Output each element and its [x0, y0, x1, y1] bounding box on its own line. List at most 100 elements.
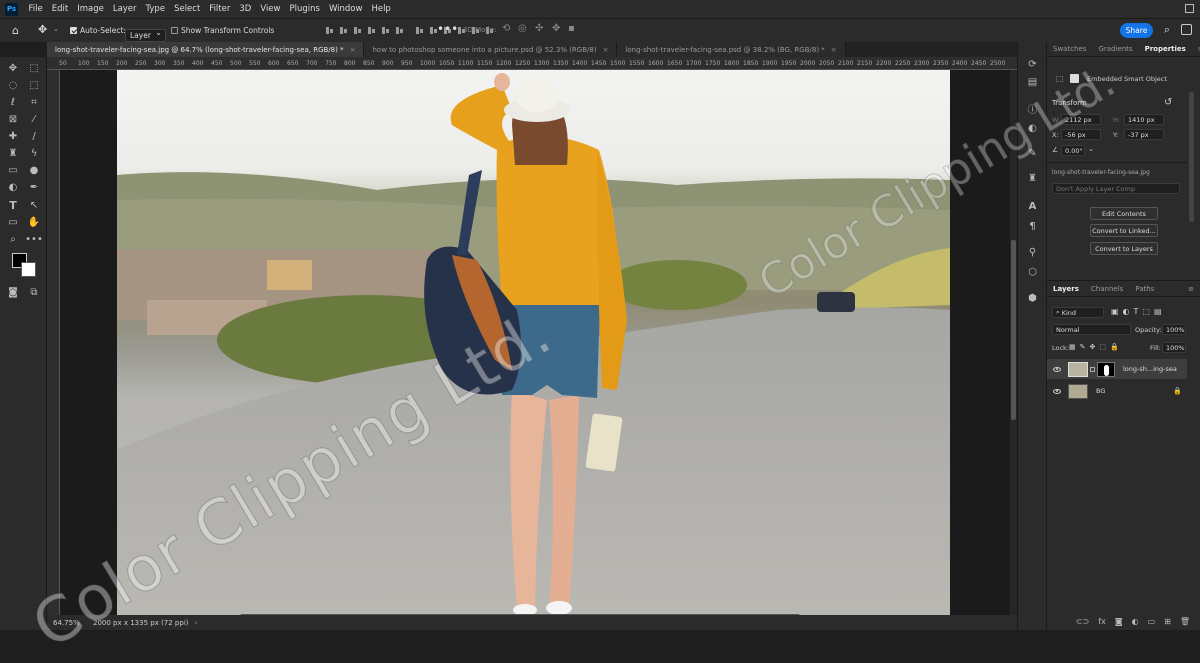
lock-icons[interactable]: ▦✎✥⬚🔒 — [1069, 343, 1123, 351]
layer-comp-dropdown[interactable]: Don't Apply Layer Comp — [1052, 183, 1180, 194]
home-icon[interactable]: ⌂ — [12, 24, 19, 37]
menu-window[interactable]: Window — [324, 4, 367, 14]
menu-layer[interactable]: Layer — [108, 4, 141, 14]
workspace-icon[interactable] — [1181, 24, 1192, 35]
eyedropper-tool-icon[interactable]: ⁄ — [27, 112, 41, 126]
menu-filter[interactable]: Filter — [205, 4, 235, 14]
glyphs-icon[interactable]: ⚲ — [1026, 246, 1039, 259]
quick-mask-icon[interactable]: ◙ — [6, 285, 20, 299]
history-icon[interactable]: ⟳ — [1026, 58, 1039, 71]
lasso-tool-icon[interactable]: ◌ — [6, 78, 20, 92]
angle-field[interactable]: 0.00° — [1061, 145, 1085, 156]
lasso-icon[interactable]: ℓ — [6, 95, 20, 109]
menu-select[interactable]: Select — [170, 4, 205, 14]
tool-preset-chevron-icon[interactable]: ⌄ — [53, 25, 59, 33]
height-field[interactable]: 1410 px — [1124, 114, 1164, 125]
3d-scale-icon[interactable]: ▪ — [568, 23, 575, 34]
align-bottom-icon[interactable] — [353, 26, 362, 35]
panel-menu-icon[interactable]: ≡ — [1182, 285, 1200, 296]
tab-swatches[interactable]: Swatches — [1047, 45, 1092, 56]
path-select-icon[interactable]: ↖ — [27, 198, 41, 212]
align-top-icon[interactable] — [325, 26, 334, 35]
adjustment-layer-icon[interactable]: ◐ — [1132, 617, 1139, 626]
auto-select-checkbox[interactable]: Auto-Select: — [70, 26, 126, 35]
layer-row-selected[interactable]: long-sh...ing-sea — [1047, 359, 1187, 379]
menu-edit[interactable]: Edit — [47, 4, 72, 14]
new-layer-icon[interactable]: ⊞ — [1164, 617, 1171, 626]
properties-scrollbar[interactable] — [1189, 92, 1194, 222]
3d-slide-icon[interactable]: ✥ — [552, 23, 560, 34]
hand-tool-icon[interactable]: ✋ — [27, 215, 41, 229]
menu-type[interactable]: Type — [141, 4, 170, 14]
shapes-icon[interactable]: ⬡ — [1026, 266, 1039, 279]
edit-toolbar-icon[interactable]: ••• — [25, 232, 43, 246]
tab-channels[interactable]: Channels — [1085, 285, 1129, 296]
pen-tool-icon[interactable]: ✒ — [27, 180, 41, 194]
reset-transform-icon[interactable]: ↺ — [1164, 97, 1172, 108]
visibility-eye-icon[interactable] — [1053, 388, 1061, 394]
screen-mode-icon[interactable]: ⧉ — [27, 285, 41, 299]
align-hcenter-icon[interactable] — [381, 26, 390, 35]
menu-view[interactable]: View — [256, 4, 285, 14]
blend-mode-dropdown[interactable]: Normal — [1052, 324, 1131, 335]
frame-tool-icon[interactable]: ⊠ — [6, 112, 20, 126]
artboard-tool-icon[interactable]: ⬚ — [27, 61, 41, 75]
dodge-tool-icon[interactable]: ◐ — [6, 180, 20, 194]
transform-controls-checkbox[interactable]: Show Transform Controls — [171, 26, 274, 35]
search-icon[interactable]: ⌕ — [1164, 23, 1170, 37]
y-position-field[interactable]: -37 px — [1124, 129, 1164, 140]
fx-icon[interactable]: fx — [1098, 617, 1106, 626]
edit-contents-button[interactable]: Edit Contents — [1090, 207, 1158, 220]
align-right-icon[interactable] — [395, 26, 404, 35]
convert-to-layers-button[interactable]: Convert to Layers — [1090, 242, 1158, 255]
trash-icon[interactable]: 🗑 — [1180, 617, 1190, 626]
vertical-scrollbar-thumb[interactable] — [1011, 240, 1016, 420]
clone-source-icon[interactable]: ♜ — [1026, 172, 1039, 185]
character-icon[interactable]: A — [1026, 200, 1039, 213]
tab-layers[interactable]: Layers — [1047, 285, 1085, 296]
tab-document-2[interactable]: how to photoshop someone into a picture.… — [364, 42, 618, 57]
menu-help[interactable]: Help — [367, 4, 395, 14]
window-restore-icon[interactable] — [1185, 4, 1194, 13]
background-color-swatch[interactable] — [21, 262, 36, 277]
eraser-tool-icon[interactable]: ▭ — [6, 163, 20, 177]
fill-field[interactable]: 100% — [1162, 342, 1186, 353]
rectangle-tool-icon[interactable]: ▭ — [6, 215, 20, 229]
close-icon[interactable]: × — [350, 46, 356, 54]
3d-rotate-icon[interactable]: ⟲ — [502, 23, 510, 34]
chevron-right-icon[interactable]: › — [195, 619, 198, 627]
panel-menu-icon[interactable]: ≡ — [1192, 45, 1200, 56]
add-mask-icon[interactable]: ◙ — [1115, 617, 1123, 626]
move-tool-icon[interactable]: ✥ — [38, 23, 47, 36]
layer-row[interactable]: BG 🔒 — [1047, 381, 1187, 401]
zoom-tool-icon[interactable]: ⌕ — [6, 232, 20, 246]
tab-gradients[interactable]: Gradients — [1092, 45, 1138, 56]
3d-icon[interactable]: ⬢ — [1026, 292, 1039, 305]
filter-type-icons[interactable]: ▣◐T⬚▤ — [1111, 307, 1166, 316]
align-left-icon[interactable] — [367, 26, 376, 35]
healing-brush-icon[interactable]: ✚ — [6, 129, 20, 143]
comments-icon[interactable]: ▤ — [1026, 76, 1039, 89]
tab-document-1[interactable]: long-shot-traveler-facing-sea.jpg @ 64.7… — [47, 42, 365, 57]
move-tool-icon[interactable]: ✥ — [6, 61, 20, 75]
3d-pan-icon[interactable]: ✣ — [535, 23, 543, 34]
tab-paths[interactable]: Paths — [1129, 285, 1160, 296]
history-brush-icon[interactable]: ϟ — [27, 146, 41, 160]
crop-tool-icon[interactable]: ⌗ — [27, 95, 41, 109]
chevron-down-icon[interactable]: ⌄ — [1088, 145, 1094, 153]
tab-properties[interactable]: Properties — [1139, 45, 1192, 56]
visibility-eye-icon[interactable] — [1053, 366, 1061, 372]
distribute-top-icon[interactable] — [415, 26, 424, 35]
object-select-tool-icon[interactable]: ⬚ — [27, 78, 41, 92]
tab-document-3[interactable]: long-shot-traveler-facing-sea.psd @ 38.2… — [617, 42, 846, 57]
more-options-icon[interactable]: ••• — [437, 22, 458, 36]
opacity-field[interactable]: 100% — [1162, 324, 1186, 335]
close-icon[interactable]: × — [831, 46, 837, 54]
link-layers-icon[interactable]: ⊂⊃ — [1076, 617, 1089, 626]
share-button[interactable]: Share — [1120, 23, 1153, 38]
close-icon[interactable]: × — [603, 46, 609, 54]
menu-plugins[interactable]: Plugins — [285, 4, 324, 14]
menu-file[interactable]: File — [24, 4, 47, 14]
type-tool-icon[interactable]: T — [6, 198, 20, 212]
paragraph-icon[interactable]: ¶ — [1026, 220, 1039, 233]
